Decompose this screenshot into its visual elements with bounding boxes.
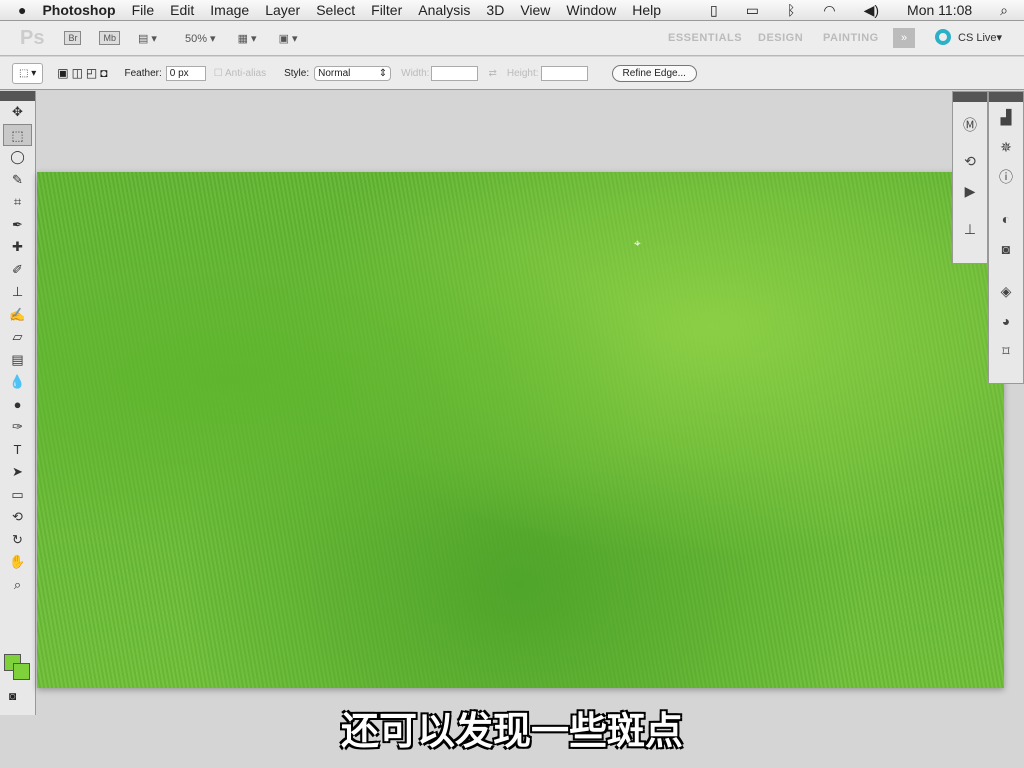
feather-label: Feather:	[124, 67, 162, 79]
zoom-level-dropdown[interactable]: 50% ▾	[185, 32, 216, 45]
blur-tool-icon[interactable]: 💧	[0, 371, 35, 394]
zoom-level: 50%	[184, 32, 207, 45]
3d-orbit-tool-icon[interactable]: ↻	[0, 529, 35, 552]
apple-menu-icon[interactable]: ●	[18, 2, 26, 18]
zoom-tool-icon[interactable]: ⌕	[0, 574, 35, 597]
actions-panel-icon[interactable]: ▶	[953, 176, 987, 206]
workspace-essentials[interactable]: ESSENTIALS	[668, 32, 742, 44]
menu-help[interactable]: Help	[632, 2, 661, 18]
wifi-icon[interactable]: ◠	[823, 2, 835, 19]
app-menu[interactable]: Photoshop	[42, 2, 115, 18]
tools-panel: ✥ ⬚ ◯ ✎ ⌗ ✒ ✚ ✐ ⊥ ✍ ▱ ▤ 💧 ● ✑ T ➤ ▭ ⟲ ↻ …	[0, 91, 36, 715]
ps-logo: Ps	[20, 26, 45, 49]
menu-view[interactable]: View	[520, 2, 550, 18]
spotlight-icon[interactable]: ⌕	[1000, 2, 1008, 19]
masks-panel-icon[interactable]: ◙	[989, 234, 1023, 264]
healing-tool-icon[interactable]: ✚	[0, 236, 35, 259]
refine-edge-button[interactable]: Refine Edge...	[611, 64, 697, 82]
anti-alias-label: Anti-alias	[224, 67, 267, 79]
layers-panel-icon[interactable]: ◈	[989, 276, 1023, 306]
view-extras-button[interactable]: ▤ ▾	[138, 32, 157, 45]
panel-dock-header[interactable]	[953, 92, 987, 102]
paths-panel-icon[interactable]: ⌑	[989, 336, 1023, 366]
workspace-painting[interactable]: PAINTING	[823, 32, 879, 44]
workspace-design[interactable]: DESIGN	[758, 32, 803, 44]
gradient-tool-icon[interactable]: ▤	[0, 349, 35, 372]
quick-select-tool-icon[interactable]: ✎	[0, 169, 35, 192]
panel-dock-right: ▟ ✵ ⓘ ◐ ◙ ◈ ◕ ⌑	[988, 91, 1024, 384]
arrange-documents-button[interactable]: ▦ ▾	[238, 32, 257, 45]
pen-tool-icon[interactable]: ✑	[0, 416, 35, 439]
menu-file[interactable]: File	[132, 2, 155, 18]
crosshair-cursor-icon: ⌖	[634, 236, 641, 250]
style-select[interactable]: Normal ⇕	[314, 65, 392, 81]
eyedropper-tool-icon[interactable]: ✒	[0, 214, 35, 237]
navigator-panel-icon[interactable]: ✵	[989, 132, 1023, 162]
clock[interactable]: Mon 11:08	[907, 2, 972, 19]
mini-bridge-button[interactable]: Mb	[99, 31, 120, 45]
lasso-tool-icon[interactable]: ◯	[0, 146, 35, 169]
video-subtitle: 还可以发现一些斑点	[340, 711, 683, 753]
bridge-button[interactable]: Br	[64, 31, 82, 45]
menu-layer[interactable]: Layer	[265, 2, 300, 18]
menu-window[interactable]: Window	[566, 2, 616, 18]
move-tool-icon[interactable]: ✥	[0, 101, 35, 124]
volume-icon[interactable]: ◀)	[864, 2, 879, 19]
crop-tool-icon[interactable]: ⌗	[0, 191, 35, 214]
feather-input[interactable]: 0 px	[165, 65, 206, 81]
cs-live-icon[interactable]	[935, 29, 951, 45]
document-canvas-grass-image[interactable]: ⌖	[37, 172, 1004, 688]
menu-filter[interactable]: Filter	[371, 2, 402, 18]
type-tool-icon[interactable]: T	[0, 439, 35, 462]
height-input[interactable]	[540, 65, 588, 81]
height-label: Height:	[506, 67, 539, 79]
eraser-tool-icon[interactable]: ▱	[0, 326, 35, 349]
menu-edit[interactable]: Edit	[170, 2, 194, 18]
width-label: Width:	[401, 67, 430, 79]
screen-mode-button[interactable]: ▣ ▾	[279, 32, 298, 45]
style-value: Normal	[318, 67, 351, 79]
panel-dock-header[interactable]	[989, 92, 1023, 102]
bluetooth-icon[interactable]: ᛒ	[787, 2, 795, 19]
more-workspaces-button[interactable]: »	[893, 28, 915, 48]
shape-tool-icon[interactable]: ▭	[0, 484, 35, 507]
history-brush-tool-icon[interactable]: ✍	[0, 304, 35, 327]
style-label: Style:	[284, 67, 310, 79]
options-bar: ⬚ ▾ ▣◫◰◘ Feather: 0 px ☐ Anti-alias Styl…	[0, 57, 1024, 90]
width-input[interactable]	[431, 65, 479, 81]
history-panel-icon[interactable]: ⟲	[953, 146, 987, 176]
application-bar: Ps Br Mb ▤ ▾ 50% ▾ ▦ ▾ ▣ ▾ ESSENTIALS DE…	[0, 21, 1024, 56]
panel-dock-left: Ⓜ ⟲ ▶ ⊥	[952, 91, 988, 264]
background-color-swatch[interactable]	[13, 663, 30, 680]
anti-alias-checkbox[interactable]: ☐ Anti-alias	[214, 68, 266, 79]
histogram-panel-icon[interactable]: ▟	[989, 102, 1023, 132]
swap-icon[interactable]: ⇄	[488, 68, 496, 79]
channels-panel-icon[interactable]: ◕	[989, 306, 1023, 336]
menu-3d[interactable]: 3D	[486, 2, 504, 18]
menu-analysis[interactable]: Analysis	[418, 2, 470, 18]
brush-tool-icon[interactable]: ✐	[0, 259, 35, 282]
3d-rotate-tool-icon[interactable]: ⟲	[0, 506, 35, 529]
clone-source-panel-icon[interactable]: ⊥	[953, 214, 987, 244]
selection-mode-icons[interactable]: ▣◫◰◘	[57, 66, 110, 80]
menu-image[interactable]: Image	[210, 2, 249, 18]
hand-tool-icon[interactable]: ✋	[0, 551, 35, 574]
marquee-tool-icon[interactable]: ⬚	[3, 123, 32, 146]
info-panel-icon[interactable]: ⓘ	[989, 162, 1023, 192]
tools-panel-header[interactable]	[0, 91, 35, 101]
adjustments-panel-icon[interactable]: ◐	[989, 204, 1023, 234]
path-select-tool-icon[interactable]: ➤	[0, 461, 35, 484]
menu-select[interactable]: Select	[316, 2, 355, 18]
cs-live-button[interactable]: CS Live▾	[958, 31, 1002, 44]
stamp-tool-icon[interactable]: ⊥	[0, 281, 35, 304]
cs-live-label: CS Live	[958, 32, 997, 44]
tool-preset-picker[interactable]: ⬚ ▾	[12, 62, 44, 84]
battery-icon[interactable]: ▯	[710, 2, 718, 19]
dodge-tool-icon[interactable]: ●	[0, 394, 35, 417]
mini-bridge-panel-icon[interactable]: Ⓜ	[953, 110, 987, 140]
display-icon[interactable]: ▭	[746, 2, 759, 19]
menu-bar: ● Photoshop File Edit Image Layer Select…	[0, 0, 1024, 21]
